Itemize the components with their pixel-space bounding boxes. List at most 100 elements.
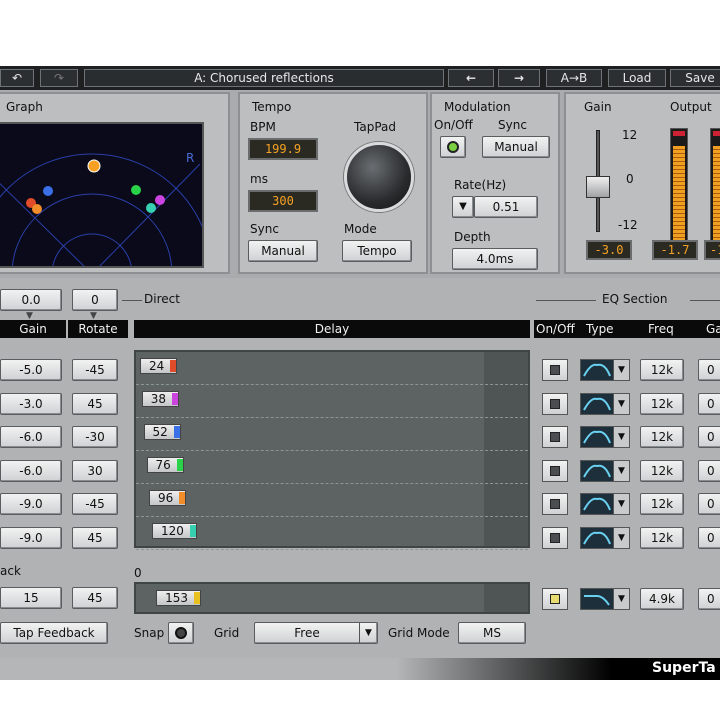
- tap-rotate-field[interactable]: 30: [72, 459, 118, 482]
- tap-rotate-field[interactable]: 45: [72, 526, 118, 549]
- tap-eq-freq-field[interactable]: 12k: [640, 526, 684, 549]
- tap-rotate-field[interactable]: -45: [72, 359, 118, 381]
- bell-curve-icon: [583, 397, 611, 410]
- tap-eq-type-select[interactable]: ▼: [580, 459, 630, 482]
- tap-gain-field[interactable]: -9.0: [0, 493, 62, 515]
- graph-ring: [0, 153, 213, 395]
- tap-eq-gain-field[interactable]: 0: [698, 526, 720, 549]
- feedback-delay-handle[interactable]: 153: [156, 590, 202, 606]
- tappad-label: TapPad: [354, 120, 396, 134]
- delay-row: 96: [136, 484, 528, 517]
- tap-gain-field[interactable]: -3.0: [0, 392, 62, 415]
- bell-curve-icon: [583, 430, 611, 444]
- eq-section-title: EQ Section: [602, 292, 668, 306]
- tap-eq-type-select[interactable]: ▼: [580, 526, 630, 549]
- tap-eq-type-select[interactable]: ▼: [580, 359, 630, 381]
- tap-eq-freq-field[interactable]: 12k: [640, 359, 684, 381]
- feedback-gain-field[interactable]: 15: [0, 587, 62, 609]
- ms-display[interactable]: 300: [248, 190, 318, 212]
- dropdown-arrow-icon: ▼: [613, 589, 629, 609]
- graph-point-1[interactable]: [87, 159, 101, 173]
- preset-name-display[interactable]: A: Chorused reflections: [84, 69, 444, 87]
- tap-gain-field[interactable]: -5.0: [0, 359, 62, 381]
- load-button[interactable]: Load: [608, 69, 666, 87]
- tap-delay-handle[interactable]: 120: [152, 523, 197, 539]
- feedback-rotate-field[interactable]: 45: [72, 587, 118, 609]
- tappad-knob[interactable]: [344, 142, 414, 212]
- direct-rotate-field[interactable]: 0: [72, 289, 118, 311]
- tap-eq-type-select[interactable]: ▼: [580, 493, 630, 515]
- tap-eq-led-icon: [550, 398, 560, 409]
- tap-eq-type-select[interactable]: ▼: [580, 392, 630, 415]
- bell-curve-icon: [583, 464, 611, 477]
- tap-eq-freq-field[interactable]: 12k: [640, 493, 684, 515]
- modulation-led-icon: [447, 141, 459, 153]
- tap-gain-field[interactable]: -6.0: [0, 459, 62, 482]
- direct-line: [122, 300, 142, 301]
- tempo-sync-button[interactable]: Manual: [248, 240, 318, 262]
- grid-select[interactable]: Free ▼: [254, 622, 378, 644]
- direct-gain-field[interactable]: 0.0: [0, 289, 62, 311]
- tap-rotate-field[interactable]: -45: [72, 493, 118, 515]
- feedback-delay-timeline[interactable]: 153: [134, 582, 530, 614]
- next-preset-button[interactable]: →: [498, 69, 540, 87]
- tap-delay-handle[interactable]: 38: [141, 391, 180, 407]
- rate-value-field[interactable]: 0.51: [474, 196, 538, 218]
- position-graph[interactable]: R: [0, 122, 213, 395]
- output-left-display: -1.7: [652, 240, 698, 260]
- save-button[interactable]: Save: [670, 69, 720, 87]
- tap-delay-value: 24: [149, 359, 165, 373]
- tap-eq-onoff[interactable]: [542, 426, 568, 448]
- tap-feedback-button[interactable]: Tap Feedback: [0, 622, 108, 644]
- feedback-eq-freq-field[interactable]: 4.9k: [640, 588, 684, 610]
- modulation-onoff-toggle[interactable]: [440, 136, 466, 158]
- tap-eq-onoff[interactable]: [542, 392, 568, 415]
- tap-eq-gain-field[interactable]: 0: [698, 426, 720, 448]
- grid-mode-button[interactable]: MS: [458, 622, 526, 644]
- delay-row: 120: [136, 517, 528, 550]
- tap-eq-gain-field[interactable]: 0: [698, 459, 720, 482]
- tap-delay-handle[interactable]: 52: [143, 424, 181, 440]
- tap-eq-onoff[interactable]: [542, 459, 568, 482]
- redo-button[interactable]: ↷: [40, 69, 78, 87]
- graph-point-2[interactable]: [43, 186, 53, 196]
- tempo-mode-button[interactable]: Tempo: [342, 240, 412, 262]
- delay-timeline[interactable]: 24 38 52 76 96 120: [134, 350, 530, 550]
- modulation-sync-button[interactable]: Manual: [482, 136, 550, 158]
- graph-point-4[interactable]: [32, 204, 42, 214]
- tap-delay-handle[interactable]: 76: [146, 457, 184, 473]
- tap-eq-led-icon: [550, 432, 560, 442]
- tap-eq-gain-field[interactable]: 0: [698, 392, 720, 415]
- column-header-rotate: Rotate: [68, 320, 128, 338]
- tap-eq-onoff[interactable]: [542, 493, 568, 515]
- tap-eq-onoff[interactable]: [542, 359, 568, 381]
- tap-eq-onoff[interactable]: [542, 526, 568, 549]
- tap-rotate-field[interactable]: 45: [72, 392, 118, 415]
- graph-point-5[interactable]: [131, 185, 141, 195]
- prev-preset-button[interactable]: ←: [448, 69, 494, 87]
- snap-toggle[interactable]: [168, 622, 194, 644]
- tap-eq-freq-field[interactable]: 12k: [640, 459, 684, 482]
- gain-fader-handle[interactable]: [586, 176, 610, 198]
- tap-eq-type-select[interactable]: ▼: [580, 426, 630, 448]
- feedback-eq-onoff[interactable]: [542, 588, 568, 610]
- ab-compare-button[interactable]: A→B: [546, 69, 602, 87]
- tap-gain-field[interactable]: -9.0: [0, 526, 62, 549]
- rate-dropdown-arrow[interactable]: ▼: [452, 196, 474, 218]
- tap-eq-gain-field[interactable]: 0: [698, 493, 720, 515]
- bpm-display[interactable]: 199.9: [248, 138, 318, 160]
- depth-value-field[interactable]: 4.0ms: [452, 248, 538, 270]
- graph-point-6[interactable]: [155, 195, 165, 205]
- tap-eq-freq-field[interactable]: 12k: [640, 426, 684, 448]
- graph-point-7[interactable]: [146, 203, 156, 213]
- tap-eq-freq-field[interactable]: 12k: [640, 392, 684, 415]
- tap-delay-handle[interactable]: 24: [140, 358, 178, 374]
- feedback-eq-type-select[interactable]: ▼: [580, 588, 630, 610]
- tap-gain-field[interactable]: -6.0: [0, 426, 62, 448]
- tap-delay-handle[interactable]: 96: [149, 490, 187, 506]
- undo-button[interactable]: ↶: [0, 69, 34, 87]
- tap-eq-gain-field[interactable]: 0: [698, 359, 720, 381]
- feedback-eq-gain-field[interactable]: 0: [698, 588, 720, 610]
- tap-rotate-field[interactable]: -30: [72, 426, 118, 448]
- column-header-gain: Gain: [0, 320, 66, 338]
